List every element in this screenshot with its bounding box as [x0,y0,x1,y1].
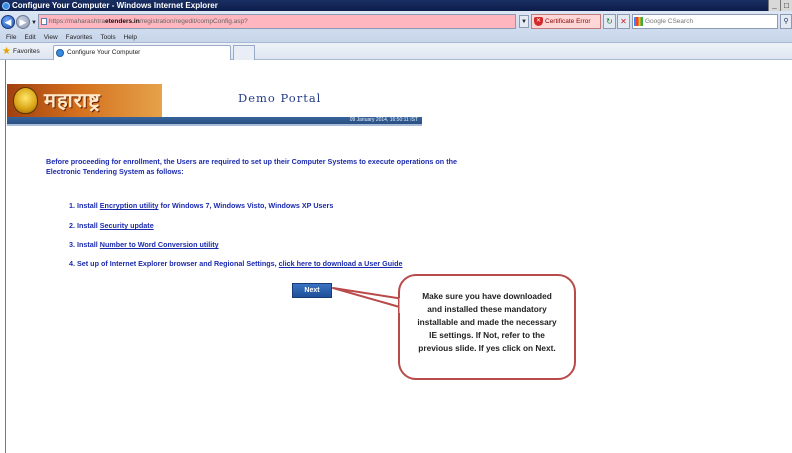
browser-window: Configure Your Computer - Windows Intern… [0,0,792,453]
callout-pointer-mask [399,298,403,313]
